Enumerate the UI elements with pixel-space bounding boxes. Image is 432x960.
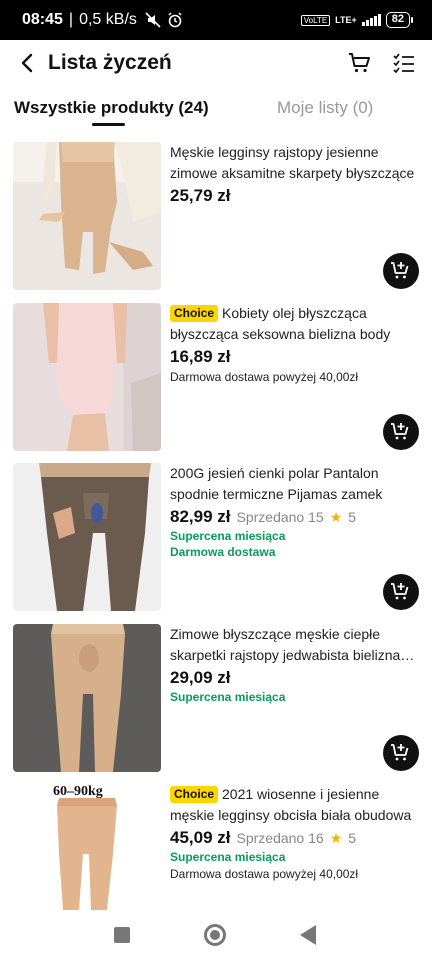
list-item[interactable]: Choice Kobiety olej błyszcząca błyszcząca… bbox=[0, 303, 432, 453]
signal-icon bbox=[361, 14, 381, 26]
sold-count: Sprzedano 16 bbox=[236, 830, 324, 846]
add-to-cart-button[interactable] bbox=[383, 414, 419, 450]
choice-badge: Choice bbox=[170, 305, 219, 322]
product-price: 16,89 zł bbox=[170, 347, 231, 366]
product-title[interactable]: 200G jesień cienki polar Pantalon spodni… bbox=[170, 463, 420, 505]
product-price: 45,09 zł bbox=[170, 828, 231, 847]
size-overlay: 60–90kg bbox=[53, 784, 103, 799]
add-to-cart-button[interactable] bbox=[383, 574, 419, 610]
rating-value: 5 bbox=[348, 830, 357, 846]
product-title[interactable]: Męskie legginsy rajstopy jesienne zimowe… bbox=[170, 142, 420, 184]
battery-icon: 82 bbox=[385, 12, 414, 28]
network-type: LTE+ bbox=[335, 15, 357, 25]
system-nav-bar bbox=[0, 910, 432, 960]
free-shipping-tag: Darmowa dostawa bbox=[170, 545, 276, 559]
tab-bar: Wszystkie produkty (24) Moje listy (0) bbox=[0, 92, 432, 130]
promo-tag: Supercena miesiąca bbox=[170, 529, 286, 543]
star-icon: ★ bbox=[329, 509, 343, 525]
rating-value: 5 bbox=[348, 509, 357, 525]
add-to-cart-icon bbox=[391, 583, 409, 600]
back-nav-icon[interactable] bbox=[300, 925, 316, 945]
back-button[interactable] bbox=[16, 52, 38, 74]
product-title[interactable]: Choice 2021 wiosenne i jesienne męskie le… bbox=[170, 784, 420, 826]
add-to-cart-icon bbox=[391, 423, 409, 440]
tab-all-products[interactable]: Wszystkie produkty (24) bbox=[14, 98, 209, 118]
tab-my-lists[interactable]: Moje listy (0) bbox=[277, 98, 373, 118]
cart-icon[interactable] bbox=[348, 51, 372, 75]
star-icon: ★ bbox=[329, 830, 343, 846]
product-image[interactable] bbox=[13, 463, 161, 611]
list-item[interactable]: Zimowe błyszczące męskie ciepłe skarpetk… bbox=[0, 624, 432, 774]
shipping-info: Darmowa dostawa powyżej 40,00zł bbox=[170, 370, 359, 384]
promo-tag: Supercena miesiąca bbox=[170, 690, 286, 704]
mute-icon bbox=[145, 12, 161, 28]
promo-tag: Supercena miesiąca bbox=[170, 850, 286, 864]
product-image[interactable] bbox=[13, 303, 161, 451]
add-to-cart-icon bbox=[391, 262, 409, 279]
add-to-cart-button[interactable] bbox=[383, 253, 419, 289]
product-image[interactable]: 60–90kg bbox=[13, 784, 161, 910]
status-time: 08:45 bbox=[22, 11, 63, 28]
product-image[interactable] bbox=[13, 624, 161, 772]
product-price: 29,09 zł bbox=[170, 668, 231, 687]
product-price: 25,79 zł bbox=[170, 186, 231, 205]
sold-count: Sprzedano 15 bbox=[236, 509, 324, 525]
status-speed: 0,5 kB/s bbox=[79, 11, 137, 28]
status-bar: 08:45 | 0,5 kB/s VoLTE LTE+ 82 bbox=[0, 0, 432, 40]
add-to-cart-button[interactable] bbox=[383, 735, 419, 771]
product-title[interactable]: Zimowe błyszczące męskie ciepłe skarpetk… bbox=[170, 624, 420, 666]
shipping-info: Darmowa dostawa powyżej 40,00zł bbox=[170, 867, 359, 881]
checklist-icon[interactable] bbox=[392, 51, 416, 75]
volte-badge: VoLTE bbox=[300, 14, 331, 26]
app-header: Lista życzeń bbox=[0, 40, 432, 86]
product-image[interactable] bbox=[13, 142, 161, 290]
product-price: 82,99 zł bbox=[170, 507, 231, 526]
product-title[interactable]: Choice Kobiety olej błyszcząca błyszcząca… bbox=[170, 303, 420, 345]
list-item[interactable]: 200G jesień cienki polar Pantalon spodni… bbox=[0, 463, 432, 613]
page-title: Lista życzeń bbox=[48, 51, 172, 74]
choice-badge: Choice bbox=[170, 786, 219, 803]
add-to-cart-icon bbox=[391, 744, 409, 761]
alarm-icon bbox=[168, 12, 182, 28]
home-icon[interactable] bbox=[204, 924, 226, 946]
active-tab-indicator bbox=[92, 123, 125, 126]
recent-apps-icon[interactable] bbox=[114, 927, 130, 943]
battery-level: 82 bbox=[391, 13, 404, 25]
back-arrow-icon bbox=[21, 53, 33, 73]
list-item[interactable]: Męskie legginsy rajstopy jesienne zimowe… bbox=[0, 142, 432, 292]
